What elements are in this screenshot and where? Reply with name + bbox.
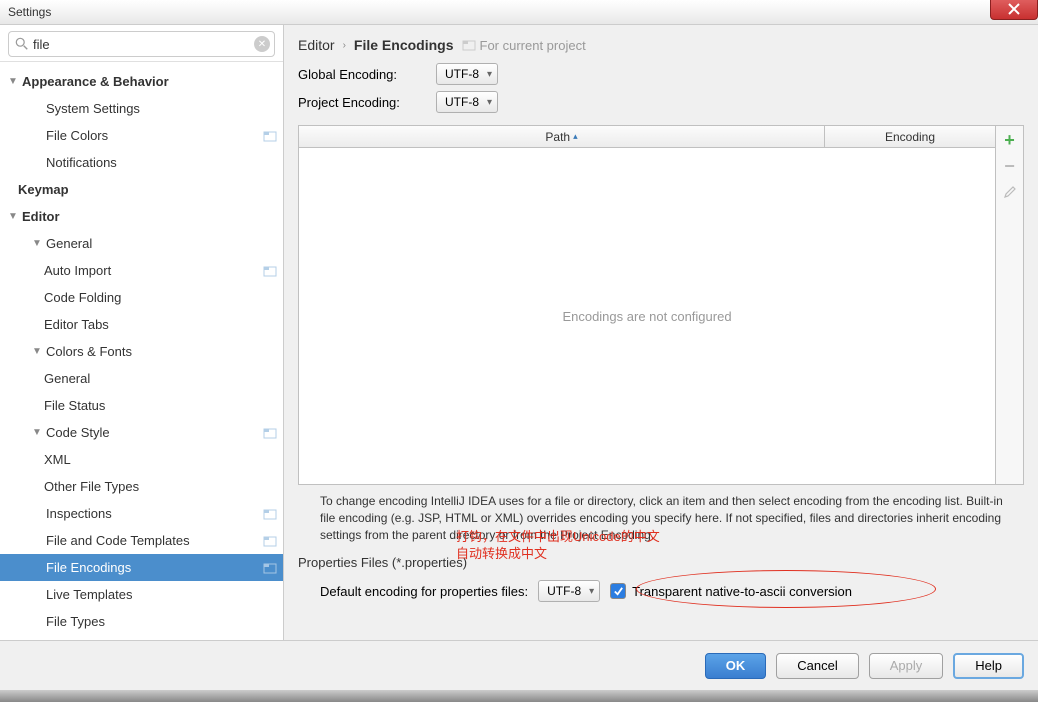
cancel-button[interactable]: Cancel <box>776 653 858 679</box>
project-icon <box>263 534 277 548</box>
crumb-file-encodings: File Encodings <box>354 37 454 53</box>
tree-other-file-types[interactable]: Other File Types <box>0 473 283 500</box>
tree-appearance-behavior[interactable]: ▼Appearance & Behavior <box>0 68 283 95</box>
encodings-table: Path Encoding Encodings are not configur… <box>298 125 1024 485</box>
tree-xml[interactable]: XML <box>0 446 283 473</box>
default-props-encoding-label: Default encoding for properties files: <box>320 584 528 599</box>
project-icon <box>263 561 277 575</box>
table-empty-message: Encodings are not configured <box>299 148 995 484</box>
project-icon <box>462 38 476 52</box>
add-button[interactable]: + <box>1000 130 1020 150</box>
sidebar: ✕ ▼Appearance & Behavior System Settings… <box>0 25 284 640</box>
edit-button <box>1000 182 1020 202</box>
tree-auto-import[interactable]: Auto Import <box>0 257 283 284</box>
main-panel: Editor › File Encodings For current proj… <box>284 25 1038 640</box>
tree-general[interactable]: ▼General <box>0 230 283 257</box>
clear-search-button[interactable]: ✕ <box>254 36 270 52</box>
transparent-label: Transparent native-to-ascii conversion <box>632 584 852 599</box>
ok-button[interactable]: OK <box>705 653 767 679</box>
annotation-text: 打钩，在文件中出现Unicode的中文 自动转换成中文 <box>456 529 660 563</box>
chevron-down-icon: ▼ <box>6 211 20 222</box>
close-icon <box>1008 3 1020 15</box>
tree-file-types[interactable]: File Types <box>0 608 283 635</box>
tree-editor[interactable]: ▼Editor <box>0 203 283 230</box>
tree-file-status[interactable]: File Status <box>0 392 283 419</box>
chevron-down-icon: ▼ <box>30 238 44 249</box>
close-button[interactable] <box>990 0 1038 20</box>
button-bar: OK Cancel Apply Help <box>0 640 1038 690</box>
footnote-text: To change encoding IntelliJ IDEA uses fo… <box>298 485 1024 553</box>
bottom-shadow <box>0 690 1038 702</box>
project-encoding-combo[interactable]: UTF-8 <box>436 91 498 113</box>
project-icon <box>263 129 277 143</box>
tree-colors-fonts[interactable]: ▼Colors & Fonts <box>0 338 283 365</box>
tree-cf-general[interactable]: General <box>0 365 283 392</box>
transparent-checkbox[interactable] <box>610 583 626 599</box>
tree-file-encodings[interactable]: File Encodings <box>0 554 283 581</box>
chevron-down-icon: ▼ <box>6 76 20 87</box>
settings-tree: ▼Appearance & Behavior System Settings F… <box>0 62 283 640</box>
tree-editor-tabs[interactable]: Editor Tabs <box>0 311 283 338</box>
apply-button: Apply <box>869 653 944 679</box>
project-icon <box>263 264 277 278</box>
global-encoding-label: Global Encoding: <box>298 67 426 82</box>
tree-notifications[interactable]: Notifications <box>0 149 283 176</box>
search-icon <box>15 37 29 51</box>
remove-button: − <box>1000 156 1020 176</box>
chevron-down-icon: ▼ <box>30 346 44 357</box>
tree-inspections[interactable]: Inspections <box>0 500 283 527</box>
tree-file-code-templates[interactable]: File and Code Templates <box>0 527 283 554</box>
search-box[interactable]: ✕ <box>8 31 275 57</box>
tree-system-settings[interactable]: System Settings <box>0 95 283 122</box>
tree-code-style[interactable]: ▼Code Style <box>0 419 283 446</box>
table-toolbar: + − <box>995 126 1023 484</box>
breadcrumb: Editor › File Encodings For current proj… <box>298 35 1024 63</box>
col-path[interactable]: Path <box>299 126 825 147</box>
search-input[interactable] <box>33 37 254 52</box>
properties-section-title: Properties Files (*.properties) <box>298 555 1024 570</box>
default-props-encoding-combo[interactable]: UTF-8 <box>538 580 600 602</box>
help-button[interactable]: Help <box>953 653 1024 679</box>
chevron-down-icon: ▼ <box>30 427 44 438</box>
global-encoding-combo[interactable]: UTF-8 <box>436 63 498 85</box>
window-title: Settings <box>8 5 51 19</box>
project-encoding-label: Project Encoding: <box>298 95 426 110</box>
pencil-icon <box>1003 185 1017 199</box>
tree-live-templates[interactable]: Live Templates <box>0 581 283 608</box>
tree-code-folding[interactable]: Code Folding <box>0 284 283 311</box>
project-icon <box>263 426 277 440</box>
chevron-right-icon: › <box>343 40 346 51</box>
transparent-checkbox-wrap[interactable]: Transparent native-to-ascii conversion <box>610 583 852 599</box>
tree-keymap[interactable]: Keymap <box>0 176 283 203</box>
crumb-editor[interactable]: Editor <box>298 37 335 53</box>
project-icon <box>263 507 277 521</box>
col-encoding[interactable]: Encoding <box>825 126 995 147</box>
check-icon <box>613 586 624 597</box>
titlebar: Settings <box>0 0 1038 25</box>
properties-section: Properties Files (*.properties) Default … <box>298 553 1024 602</box>
tree-file-colors[interactable]: File Colors <box>0 122 283 149</box>
project-scope-note: For current project <box>462 38 586 53</box>
